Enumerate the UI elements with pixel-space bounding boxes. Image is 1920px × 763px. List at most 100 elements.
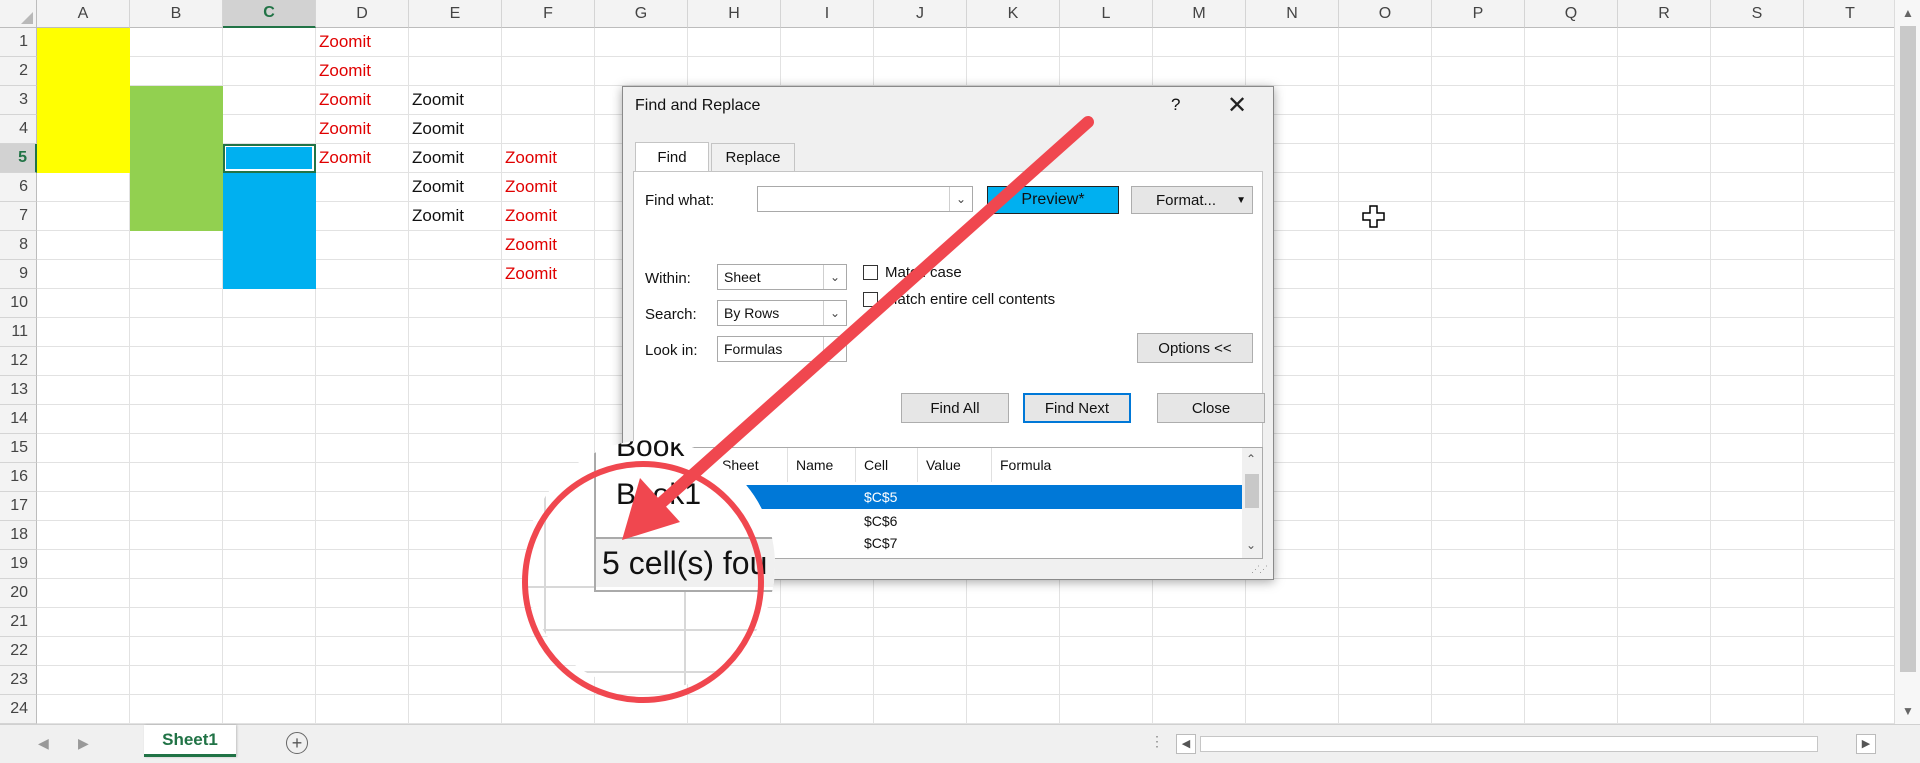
cell-a23[interactable] [37,666,130,695]
column-header-h[interactable]: H [688,0,781,28]
chevron-down-icon[interactable]: ⌄ [949,187,972,211]
cell-p17[interactable] [1432,492,1525,521]
select-all-corner[interactable] [0,0,37,28]
cell-b6[interactable] [130,173,223,202]
cell-o4[interactable] [1339,115,1432,144]
cell-e23[interactable] [409,666,502,695]
cell-e14[interactable] [409,405,502,434]
cell-q18[interactable] [1525,521,1618,550]
cell-a1[interactable] [37,28,130,57]
cell-t14[interactable] [1804,405,1897,434]
column-header-c[interactable]: C [223,0,316,28]
cell-i1[interactable] [781,28,874,57]
cell-q7[interactable] [1525,202,1618,231]
column-header-m[interactable]: M [1153,0,1246,28]
cell-t22[interactable] [1804,637,1897,666]
cell-q8[interactable] [1525,231,1618,260]
cell-f17[interactable] [502,492,595,521]
cell-q3[interactable] [1525,86,1618,115]
sheet-tab-sheet1[interactable]: Sheet1 [144,725,236,757]
cell-d11[interactable] [316,318,409,347]
cell-p21[interactable] [1432,608,1525,637]
vertical-scroll-thumb[interactable] [1900,26,1916,672]
cell-m22[interactable] [1153,637,1246,666]
column-header-e[interactable]: E [409,0,502,28]
cell-b15[interactable] [130,434,223,463]
cell-q4[interactable] [1525,115,1618,144]
cell-c15[interactable] [223,434,316,463]
cell-a6[interactable] [37,173,130,202]
tab-find[interactable]: Find [635,142,709,172]
col-header-value[interactable]: Value [918,448,992,482]
column-header-l[interactable]: L [1060,0,1153,28]
cell-d19[interactable] [316,550,409,579]
cell-c12[interactable] [223,347,316,376]
cell-e21[interactable] [409,608,502,637]
chevron-down-icon[interactable]: ⌄ [1246,538,1256,552]
cell-d24[interactable] [316,695,409,724]
row-header-9[interactable]: 9 [0,260,37,289]
horizontal-scrollbar[interactable]: ◀ ▶ [1176,734,1876,754]
cell-k20[interactable] [967,579,1060,608]
cell-t24[interactable] [1804,695,1897,724]
cell-o17[interactable] [1339,492,1432,521]
cell-n23[interactable] [1246,666,1339,695]
chevron-up-icon[interactable]: ⌃ [1246,452,1256,466]
cell-e20[interactable] [409,579,502,608]
cell-l22[interactable] [1060,637,1153,666]
cell-h23[interactable] [688,666,781,695]
cell-r22[interactable] [1618,637,1711,666]
cell-o20[interactable] [1339,579,1432,608]
cell-p11[interactable] [1432,318,1525,347]
cell-p5[interactable] [1432,144,1525,173]
cell-h24[interactable] [688,695,781,724]
cell-h20[interactable] [688,579,781,608]
cell-r5[interactable] [1618,144,1711,173]
cell-e24[interactable] [409,695,502,724]
cell-t1[interactable] [1804,28,1897,57]
row-header-14[interactable]: 14 [0,405,37,434]
cell-r17[interactable] [1618,492,1711,521]
column-header-k[interactable]: K [967,0,1060,28]
cell-t8[interactable] [1804,231,1897,260]
cell-p20[interactable] [1432,579,1525,608]
cell-o21[interactable] [1339,608,1432,637]
column-header-g[interactable]: G [595,0,688,28]
cell-b8[interactable] [130,231,223,260]
cell-a21[interactable] [37,608,130,637]
cell-t11[interactable] [1804,318,1897,347]
cell-q10[interactable] [1525,289,1618,318]
cell-j20[interactable] [874,579,967,608]
cell-b20[interactable] [130,579,223,608]
cell-q19[interactable] [1525,550,1618,579]
cell-b19[interactable] [130,550,223,579]
cell-m2[interactable] [1153,57,1246,86]
cell-f23[interactable] [502,666,595,695]
row-header-20[interactable]: 20 [0,579,37,608]
cell-b1[interactable] [130,28,223,57]
cell-c13[interactable] [223,376,316,405]
cell-b9[interactable] [130,260,223,289]
cell-d23[interactable] [316,666,409,695]
cell-f9[interactable]: Zoomit [502,260,595,289]
cell-c14[interactable] [223,405,316,434]
cell-b2[interactable] [130,57,223,86]
cell-a22[interactable] [37,637,130,666]
cell-f8[interactable]: Zoomit [502,231,595,260]
row-header-8[interactable]: 8 [0,231,37,260]
cell-f7[interactable]: Zoomit [502,202,595,231]
cell-c11[interactable] [223,318,316,347]
cell-a4[interactable] [37,115,130,144]
cell-m21[interactable] [1153,608,1246,637]
cell-j2[interactable] [874,57,967,86]
cell-s5[interactable] [1711,144,1804,173]
cell-p24[interactable] [1432,695,1525,724]
resize-grip-icon[interactable]: ⋰⋰ [1251,564,1268,575]
cell-r3[interactable] [1618,86,1711,115]
cell-s12[interactable] [1711,347,1804,376]
cell-c18[interactable] [223,521,316,550]
within-select[interactable]: Sheet ⌄ [717,264,847,290]
cell-c10[interactable] [223,289,316,318]
cell-f1[interactable] [502,28,595,57]
cell-t4[interactable] [1804,115,1897,144]
